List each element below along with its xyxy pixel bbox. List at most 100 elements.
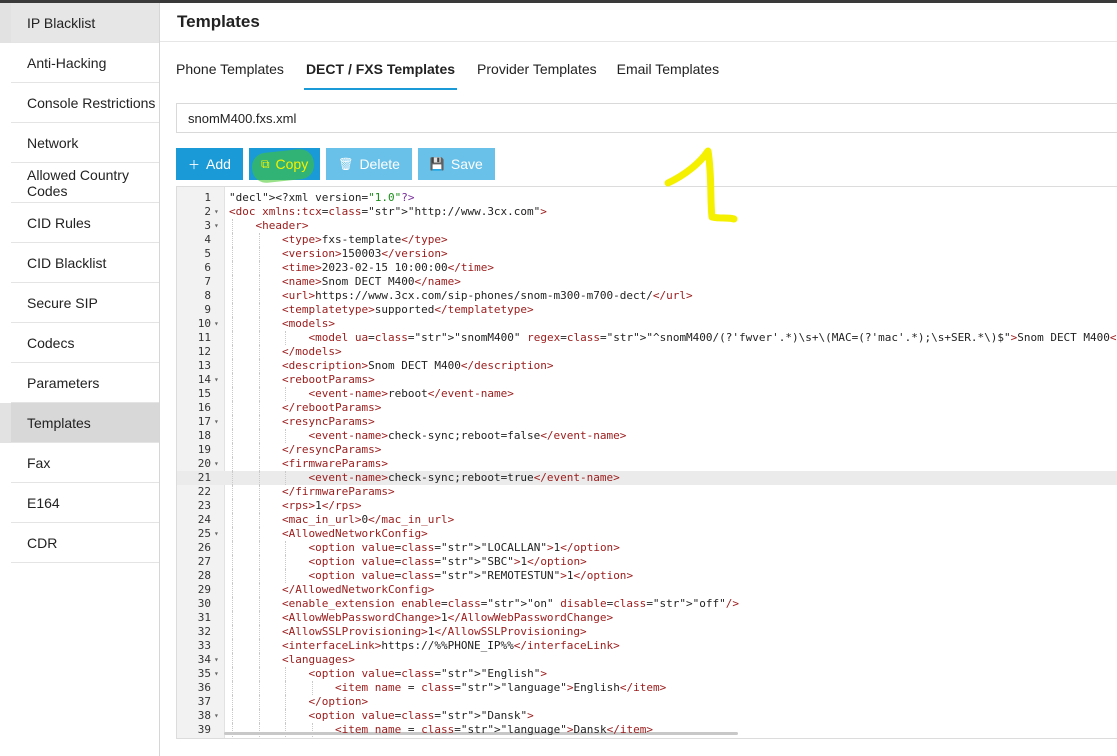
code-text: </models>	[282, 345, 342, 358]
sidebar-item[interactable]: Console Restrictions	[11, 83, 159, 123]
tab[interactable]: Email Templates	[617, 53, 719, 88]
add-button[interactable]: ＋ Add	[176, 148, 243, 180]
code-text: "decl"><?xml version="1.0"?>	[229, 191, 415, 204]
sidebar-item[interactable]: Network	[11, 123, 159, 163]
code-line: 10 ▾ <models>	[177, 317, 1117, 331]
indent-guide	[232, 513, 233, 527]
line-number: 11	[197, 331, 211, 344]
sidebar-item[interactable]: CID Rules	[11, 203, 159, 243]
indent-guide	[258, 359, 260, 373]
trash-icon: 🗑	[338, 157, 354, 171]
xml-code-editor[interactable]: 1 "decl"><?xml version="1.0"?> 2 ▾ <doc xmln…	[176, 186, 1117, 739]
indent-guide	[232, 373, 233, 387]
delete-button[interactable]: 🗑 Delete	[326, 148, 412, 180]
indent-guide	[258, 639, 260, 653]
fold-arrow-icon[interactable]: ▾	[214, 415, 224, 429]
code-text: <models>	[282, 317, 335, 330]
template-toolbar: ＋ Add ⧉ Copy 🗑 Delete 💾 Save	[176, 147, 495, 185]
indent-guide	[285, 569, 286, 583]
fold-arrow-icon[interactable]: ▾	[214, 709, 224, 723]
code-text: <doc xmlns:tcx=class="str">"http://www.3…	[229, 205, 547, 218]
sidebar-item[interactable]: Anti-Hacking	[11, 43, 159, 83]
indent-guide	[232, 541, 233, 555]
code-line: 38 ▾ <option value=class="str">"Dansk">	[177, 709, 1117, 723]
indent-guide	[232, 275, 233, 289]
code-text: <model ua=class="str">"snomM400" regex=c…	[308, 331, 1117, 344]
indent-guide	[258, 723, 260, 737]
line-number: 28	[197, 569, 211, 582]
copy-button[interactable]: ⧉ Copy	[248, 147, 321, 185]
sidebar-list: IP Blacklist Anti-Hacking Console Restrict…	[11, 3, 159, 563]
add-button-label: Add	[206, 156, 231, 172]
template-tabs: Phone Templates DECT / FXS Templates Provi…	[176, 53, 739, 90]
line-number: 25	[197, 527, 211, 540]
settings-sidebar: IP Blacklist Anti-Hacking Console Restrict…	[11, 3, 160, 756]
line-number: 2	[204, 205, 211, 218]
sidebar-item[interactable]: Templates	[11, 403, 159, 443]
sidebar-item[interactable]: Fax	[11, 443, 159, 483]
plus-icon: ＋	[188, 157, 201, 172]
line-number: 9	[204, 303, 211, 316]
code-text: <resyncParams>	[282, 415, 375, 428]
line-number: 19	[197, 443, 211, 456]
indent-guide	[258, 401, 260, 415]
code-text: <option value=class="str">"REMOTESTUN">1…	[308, 569, 634, 582]
indent-guide	[232, 317, 233, 331]
indent-guide	[258, 611, 260, 625]
line-number: 21	[197, 471, 211, 484]
indent-guide	[232, 233, 233, 247]
floppy-icon: 💾	[429, 157, 445, 171]
template-file-select[interactable]: snomM400.fxs.xml	[176, 103, 1117, 133]
code-line: 26 <option value=class="str">"LOCALLAN">1…	[177, 541, 1117, 555]
indent-guide	[232, 527, 233, 541]
tab[interactable]: Provider Templates	[477, 53, 597, 88]
code-text: </option>	[308, 695, 369, 708]
fold-arrow-icon[interactable]: ▾	[214, 457, 224, 471]
line-number: 13	[197, 359, 211, 372]
code-line: 23 <rps>1</rps>	[177, 499, 1117, 513]
title-divider	[160, 41, 1117, 42]
indent-guide	[232, 583, 233, 597]
left-edge-marker	[0, 403, 11, 443]
indent-guide	[311, 681, 313, 695]
sidebar-item[interactable]: CDR	[11, 523, 159, 563]
line-number: 17	[197, 415, 211, 428]
sidebar-item[interactable]: IP Blacklist	[11, 3, 159, 43]
tab[interactable]: DECT / FXS Templates	[303, 53, 458, 90]
indent-guide	[258, 233, 260, 247]
code-line: 22 </firmwareParams>	[177, 485, 1117, 499]
indent-guide	[232, 611, 233, 625]
fold-arrow-icon[interactable]: ▾	[214, 527, 224, 541]
fold-arrow-icon[interactable]: ▾	[214, 667, 224, 681]
tab[interactable]: Phone Templates	[176, 53, 284, 88]
code-line: 19 </resyncParams>	[177, 443, 1117, 457]
code-line: 36 <item name = class="str">"language">En…	[177, 681, 1117, 695]
code-text: <description>Snom DECT M400</description…	[282, 359, 554, 372]
code-text: </resyncParams>	[282, 443, 382, 456]
indent-guide	[258, 485, 260, 499]
code-text: <AllowedNetworkConfig>	[282, 527, 428, 540]
sidebar-item[interactable]: E164	[11, 483, 159, 523]
indent-guide	[258, 709, 260, 723]
indent-guide	[285, 695, 286, 709]
fold-arrow-icon[interactable]: ▾	[214, 653, 224, 667]
sidebar-item[interactable]: Allowed Country Codes	[11, 163, 159, 203]
sidebar-item[interactable]: Parameters	[11, 363, 159, 403]
fold-arrow-icon[interactable]: ▾	[214, 205, 224, 219]
indent-guide	[285, 429, 286, 443]
indent-guide	[258, 457, 260, 471]
indent-guide	[258, 261, 260, 275]
sidebar-item[interactable]: Secure SIP	[11, 283, 159, 323]
sidebar-item[interactable]: Codecs	[11, 323, 159, 363]
code-text: <event-name>reboot</event-name>	[308, 387, 514, 400]
sidebar-item[interactable]: CID Blacklist	[11, 243, 159, 283]
fold-arrow-icon[interactable]: ▾	[214, 373, 224, 387]
indent-guide	[285, 387, 286, 401]
save-button[interactable]: 💾 Save	[417, 148, 495, 180]
fold-arrow-icon[interactable]: ▾	[214, 219, 224, 233]
code-line: 27 <option value=class="str">"SBC">1</opt…	[177, 555, 1117, 569]
line-number: 18	[197, 429, 211, 442]
line-number: 39	[197, 723, 211, 736]
fold-arrow-icon[interactable]: ▾	[214, 317, 224, 331]
indent-guide	[232, 303, 233, 317]
